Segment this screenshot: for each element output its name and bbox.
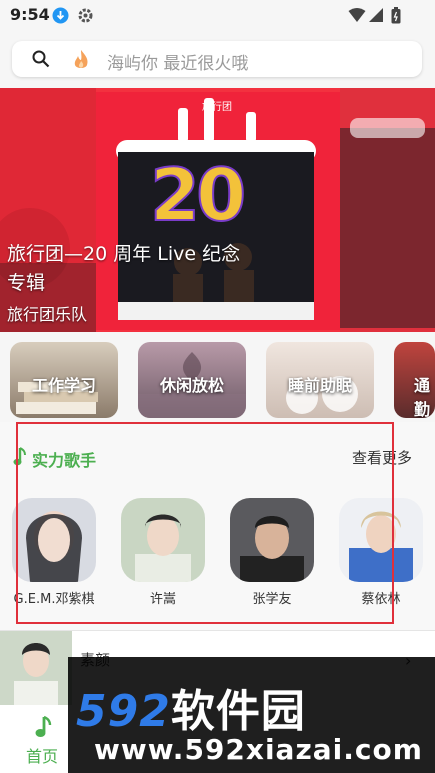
gear-icon (77, 7, 94, 28)
category-label: 工作学习 (31, 376, 96, 395)
candle (204, 98, 214, 142)
category-sleep[interactable]: 睡前助眠 (266, 342, 374, 418)
category-label: 通勤 (414, 376, 431, 418)
flame-icon (72, 49, 90, 75)
watermark-text: 软件园 (170, 686, 306, 737)
search-placeholder: 海屿你 最近很火哦 (107, 54, 249, 74)
watermark-logo: 592软件园 (76, 675, 306, 739)
download-icon (52, 7, 69, 28)
status-bar: 9:54 (0, 0, 435, 30)
music-note-icon[interactable] (34, 715, 52, 743)
highlight-box (16, 422, 394, 624)
category-commute[interactable]: 通勤 (394, 342, 435, 418)
banner-next-slide (340, 88, 435, 332)
cover-number-art: 20 (149, 152, 260, 250)
category-row: 工作学习 休闲放松 睡前助眠 通勤 (0, 332, 435, 422)
watermark: 592软件园 www.592xiazai.com (68, 657, 435, 773)
battery-icon (391, 7, 401, 28)
banner-artist[interactable]: 旅行团乐队 (7, 301, 87, 325)
now-playing-thumbnail[interactable] (0, 631, 72, 706)
wifi-icon (348, 7, 366, 27)
watermark-digits: 592 (76, 686, 171, 737)
category-work-study[interactable]: 工作学习 (10, 342, 118, 418)
tab-home[interactable]: 首页 (26, 743, 58, 767)
candle (246, 112, 256, 142)
signal-icon (368, 7, 384, 27)
category-relax[interactable]: 休闲放松 (138, 342, 246, 418)
search-icon[interactable] (32, 50, 50, 72)
svg-text:20: 20 (150, 154, 243, 234)
category-label: 休闲放松 (159, 376, 224, 395)
banner-carousel[interactable]: 旅行团 20 旅行团—20 周年 Live 纪念专辑 旅行团乐队 (0, 88, 435, 332)
watermark-url: www.592xiazai.com (94, 733, 423, 766)
status-time: 9:54 (10, 5, 50, 24)
banner-title[interactable]: 旅行团—20 周年 Live 纪念专辑 (7, 240, 257, 298)
category-label: 睡前助眠 (287, 376, 352, 395)
candle (178, 108, 188, 142)
search-input[interactable]: 海屿你 最近很火哦 (12, 41, 422, 77)
search-area: 海屿你 最近很火哦 (0, 30, 435, 88)
